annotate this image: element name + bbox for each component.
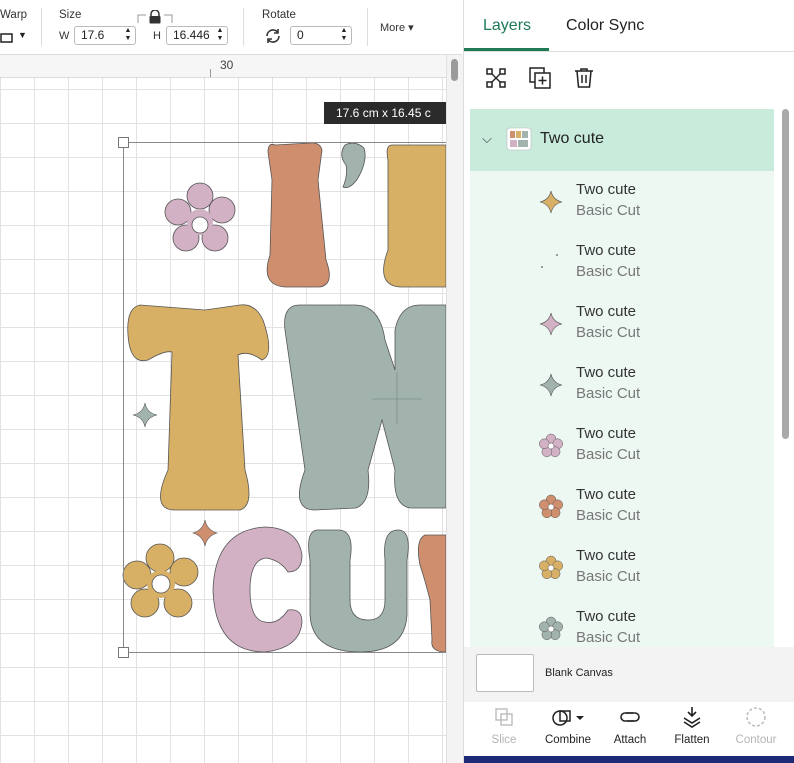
ruler-mark: 30 — [220, 58, 234, 72]
size-label: Size — [59, 9, 82, 21]
trash-icon[interactable] — [572, 66, 596, 90]
layer-group-name: Two cute — [540, 130, 605, 147]
layers-panel: Layers Color Sync ⌵ Two cute Two cute Ba… — [463, 0, 794, 763]
contour-button[interactable]: Contour — [726, 706, 786, 754]
dots-icon — [538, 250, 564, 276]
layer-operation: Basic Cut — [576, 202, 641, 219]
scrollbar-thumb[interactable] — [451, 59, 458, 81]
layer-row[interactable]: Two cute Basic Cut — [470, 171, 774, 232]
rotate-label: Rotate — [262, 9, 296, 21]
rotate-icon[interactable] — [263, 27, 283, 45]
flower-icon — [538, 494, 564, 520]
stepper-arrows-icon[interactable]: ▲ ▼ — [214, 27, 226, 44]
layers-scrollbar[interactable] — [779, 109, 791, 647]
layers-list: ⌵ Two cute Two cute Basic Cut Two cute Basi… — [470, 109, 774, 647]
layer-actions-bar: Slice Combine Attach Flatten Contour — [464, 702, 794, 756]
scrollbar-thumb[interactable] — [782, 109, 789, 439]
tab-color-sync[interactable]: Color Sync — [566, 17, 644, 35]
warp-icon — [0, 33, 13, 43]
layer-row[interactable]: Two cute Basic Cut — [470, 232, 774, 293]
chevron-down-icon[interactable]: ⌵ — [482, 131, 492, 147]
layer-name: Two cute — [576, 364, 637, 381]
height-label: H — [153, 30, 161, 42]
flower-icon — [538, 433, 564, 459]
contour-label: Contour — [735, 734, 777, 746]
divider — [464, 51, 794, 52]
horizontal-ruler: 30 — [0, 55, 446, 78]
height-input[interactable]: 16.446 ▲ ▼ — [166, 26, 228, 45]
group-thumbnail-icon — [506, 127, 532, 151]
tab-layers[interactable]: Layers — [483, 17, 531, 35]
canvas-swatch[interactable] — [476, 654, 534, 692]
warp-dropdown[interactable]: ▼ — [0, 30, 28, 46]
bottom-bar — [464, 756, 794, 763]
flatten-button[interactable]: Flatten — [662, 706, 722, 754]
flatten-label: Flatten — [674, 734, 710, 746]
lock-bracket-icon — [137, 14, 173, 23]
layer-row[interactable]: Two cute Basic Cut — [470, 537, 774, 598]
attach-label: Attach — [613, 734, 647, 746]
flower-icon — [538, 555, 564, 581]
layer-row[interactable]: Two cute Basic Cut — [470, 415, 774, 476]
resize-handle-top-left[interactable] — [118, 137, 129, 148]
height-value: 16.446 — [173, 28, 210, 42]
combine-icon — [552, 710, 584, 726]
layer-name: Two cute — [576, 181, 637, 198]
slice-label: Slice — [491, 734, 517, 746]
resize-handle-bottom-left[interactable] — [118, 647, 129, 658]
layer-name: Two cute — [576, 242, 637, 259]
duplicate-icon[interactable] — [528, 66, 552, 90]
layer-operation: Basic Cut — [576, 385, 641, 402]
layer-group-row[interactable]: ⌵ Two cute — [470, 109, 774, 171]
rotate-value: 0 — [297, 28, 304, 42]
attach-icon — [620, 712, 640, 722]
dimension-tooltip: 17.6 cm x 16.45 c — [324, 102, 446, 124]
selection-box[interactable] — [118, 137, 453, 658]
flatten-icon — [683, 707, 701, 728]
layer-operation: Basic Cut — [576, 507, 641, 524]
layer-operation: Basic Cut — [576, 446, 641, 463]
more-button[interactable]: More ▾ — [380, 21, 414, 34]
sparkle-icon — [538, 189, 564, 215]
layer-operation: Basic Cut — [576, 263, 641, 280]
rotate-input[interactable]: 0 ▲ ▼ — [290, 26, 352, 45]
stepper-arrows-icon[interactable]: ▲ ▼ — [338, 27, 350, 44]
slice-icon — [495, 708, 513, 726]
blank-canvas-label: Blank Canvas — [545, 667, 613, 679]
layer-row[interactable]: Two cute Basic Cut — [470, 354, 774, 415]
layer-operation: Basic Cut — [576, 568, 641, 585]
divider — [367, 8, 368, 46]
combine-button[interactable]: Combine — [538, 706, 598, 754]
layer-operation: Basic Cut — [576, 629, 641, 646]
edit-toolbar: Warp ▼ Size W 17.6 ▲ ▼ H 16.446 ▲ ▼ Rotate… — [0, 0, 462, 55]
blank-canvas-row[interactable]: Blank Canvas — [464, 647, 794, 702]
combine-label: Combine — [544, 734, 592, 746]
chevron-down-icon: ▼ — [18, 30, 27, 40]
layer-name: Two cute — [576, 608, 637, 625]
width-input[interactable]: 17.6 ▲ ▼ — [74, 26, 136, 45]
width-value: 17.6 — [81, 28, 105, 42]
sparkle-icon — [538, 372, 564, 398]
stepper-arrows-icon[interactable]: ▲ ▼ — [122, 27, 134, 44]
warp-label: Warp — [0, 9, 28, 21]
divider — [243, 8, 244, 46]
layer-name: Two cute — [576, 486, 637, 503]
layer-name: Two cute — [576, 303, 637, 320]
contour-icon — [746, 707, 766, 727]
divider — [41, 8, 42, 46]
width-label: W — [59, 30, 70, 42]
layer-operation: Basic Cut — [576, 324, 641, 341]
layer-name: Two cute — [576, 425, 637, 442]
slice-button[interactable]: Slice — [474, 706, 534, 754]
ruler-tick — [210, 69, 211, 77]
sparkle-icon — [538, 311, 564, 337]
canvas-scrollbar[interactable] — [446, 55, 463, 763]
group-icon[interactable] — [484, 66, 508, 90]
layer-name: Two cute — [576, 547, 637, 564]
layer-row[interactable]: Two cute Basic Cut — [470, 598, 774, 647]
flower-icon — [538, 616, 564, 642]
layer-row[interactable]: Two cute Basic Cut — [470, 476, 774, 537]
attach-button[interactable]: Attach — [600, 706, 660, 754]
layer-row[interactable]: Two cute Basic Cut — [470, 293, 774, 354]
